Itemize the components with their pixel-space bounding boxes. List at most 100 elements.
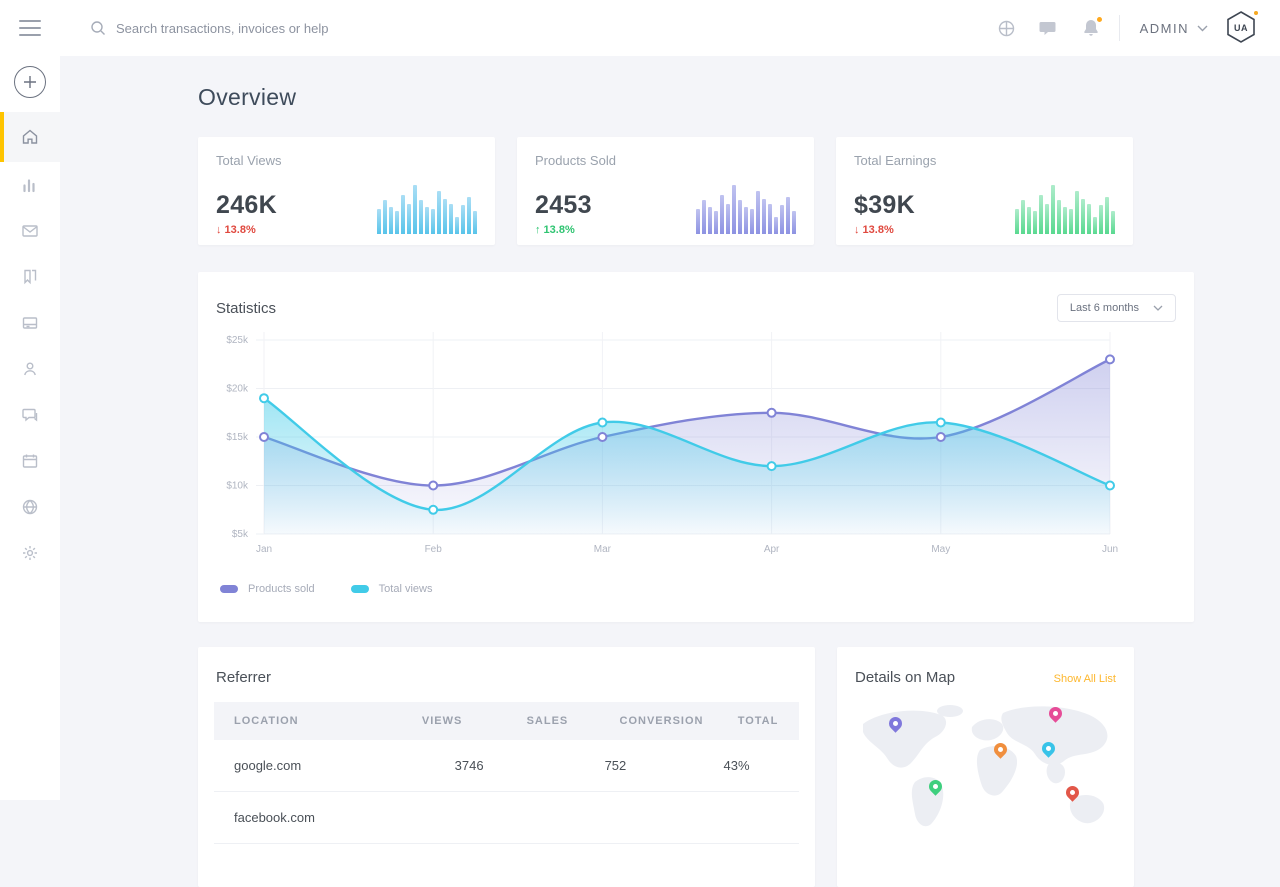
add-button[interactable] (14, 66, 46, 98)
legend-label: Total views (379, 583, 433, 595)
stat-card-1: Products Sold 2453 ↑ 13.8% (517, 137, 814, 245)
referrer-card: Referrer LOCATIONVIEWSSALESCONVERSIONTOT… (198, 647, 815, 887)
down-arrow-icon: ↓ (216, 224, 222, 236)
stat-delta: ↓ 13.8% (216, 224, 277, 236)
sidebar (0, 0, 60, 800)
svg-text:$10k: $10k (226, 481, 249, 492)
sidebar-item-inbox[interactable] (0, 208, 60, 254)
chat-icon[interactable] (1039, 18, 1059, 38)
chart-legend: Products sold Total views (214, 573, 1178, 595)
top-header: ADMIN UA (60, 0, 1280, 56)
svg-text:$5k: $5k (232, 529, 249, 540)
sparkline-chart (1015, 182, 1115, 234)
search-input[interactable] (116, 21, 436, 36)
map-card: Details on Map Show All List (837, 647, 1134, 887)
sidebar-item-analytics[interactable] (0, 162, 60, 208)
logo-dot (1254, 11, 1258, 15)
globe-icon[interactable] (997, 18, 1017, 38)
sidebar-item-calendar[interactable] (0, 438, 60, 484)
svg-text:Mar: Mar (594, 544, 612, 555)
stat-value: $39K (854, 191, 915, 220)
admin-label: ADMIN (1140, 21, 1189, 36)
sparkline-chart (696, 182, 796, 234)
logo-text: UA (1224, 10, 1258, 46)
table-cell: google.com (214, 740, 395, 792)
bell-icon[interactable] (1081, 18, 1101, 38)
sidebar-item-world[interactable] (0, 484, 60, 530)
page-title: Overview (198, 84, 1194, 111)
plus-icon (23, 75, 37, 89)
app-logo[interactable]: UA (1224, 10, 1258, 46)
legend-label: Products sold (248, 583, 315, 595)
table-row[interactable]: facebook.com (214, 792, 799, 844)
bookmarks-icon (21, 268, 39, 286)
sidebar-nav (0, 112, 60, 576)
legend-item: Products sold (220, 583, 315, 595)
settings-icon (21, 544, 39, 562)
sidebar-item-home[interactable] (0, 112, 60, 162)
admin-menu[interactable]: ADMIN (1140, 21, 1208, 36)
table-cell: 43% (681, 740, 792, 792)
column-header-location: LOCATION (214, 702, 395, 740)
svg-text:Apr: Apr (764, 544, 780, 555)
column-header-conversion: CONVERSION (606, 702, 717, 740)
search-icon (90, 20, 106, 36)
chats-icon (21, 406, 39, 424)
svg-text:$20k: $20k (226, 384, 249, 395)
stat-card-0: Total Views 246K ↓ 13.8% (198, 137, 495, 245)
main-content: Overview Total Views 246K ↓ 13.8% Products … (60, 56, 1280, 800)
hamburger-menu-icon[interactable] (0, 0, 60, 56)
cards-icon (21, 314, 39, 332)
world-map (853, 702, 1118, 832)
show-all-list-link[interactable]: Show All List (1054, 673, 1116, 685)
search-box (90, 20, 997, 36)
referrer-table: LOCATIONVIEWSSALESCONVERSIONTOTAL google… (214, 702, 799, 844)
stat-value: 246K (216, 191, 277, 220)
sidebar-item-profile[interactable] (0, 346, 60, 392)
table-cell: facebook.com (214, 792, 395, 844)
svg-text:$15k: $15k (226, 432, 249, 443)
chevron-down-icon (1153, 305, 1163, 311)
stat-delta: ↑ 13.8% (535, 224, 592, 236)
table-cell: 3746 (422, 740, 516, 792)
home-icon (21, 128, 39, 146)
svg-text:Jan: Jan (256, 544, 272, 555)
legend-item: Total views (351, 583, 433, 595)
statistics-title: Statistics (216, 300, 276, 317)
profile-icon (21, 360, 39, 378)
sidebar-item-chats[interactable] (0, 392, 60, 438)
sparkline-chart (377, 182, 477, 234)
chevron-down-icon (1197, 25, 1208, 32)
legend-swatch (351, 585, 369, 593)
date-range-label: Last 6 months (1070, 302, 1139, 314)
stat-card-2: Total Earnings$39K↓ 13.8% (836, 137, 1133, 245)
up-arrow-icon: ↑ (535, 224, 541, 236)
sidebar-item-bookmarks[interactable] (0, 254, 60, 300)
referrer-title: Referrer (214, 663, 799, 702)
statistics-chart: $5k$10k$15k$20k$25kJanFebMarAprMayJun (214, 324, 1178, 573)
stat-title: Total Views (216, 153, 477, 168)
stat-card-row: Total Views 246K ↓ 13.8% Products Sold 2453 ↑… (198, 137, 1194, 245)
svg-text:$25k: $25k (226, 335, 249, 346)
table-row[interactable]: google.com 3746 75243% (214, 740, 799, 792)
column-header-total: TOTAL (717, 702, 799, 740)
date-range-select[interactable]: Last 6 months (1057, 294, 1176, 322)
column-header-views: VIEWS (395, 702, 489, 740)
stat-title: Products Sold (535, 153, 796, 168)
column-header-sales: SALES (489, 702, 606, 740)
legend-swatch (220, 585, 238, 593)
header-icons (997, 18, 1101, 38)
sidebar-item-cards[interactable] (0, 300, 60, 346)
stat-value: 2453 (535, 191, 592, 220)
inbox-icon (21, 222, 39, 240)
sidebar-item-settings[interactable] (0, 530, 60, 576)
down-arrow-icon: ↓ (854, 224, 860, 236)
table-cell (681, 792, 792, 844)
svg-text:May: May (931, 544, 950, 555)
table-cell: 752 (557, 740, 674, 792)
svg-text:Feb: Feb (425, 544, 443, 555)
stat-delta: ↓ 13.8% (854, 224, 915, 236)
analytics-icon (21, 176, 39, 194)
statistics-card: Statistics Last 6 months $5k $10k $15k $20k… (198, 272, 1194, 622)
map-title: Details on Map (855, 669, 955, 686)
